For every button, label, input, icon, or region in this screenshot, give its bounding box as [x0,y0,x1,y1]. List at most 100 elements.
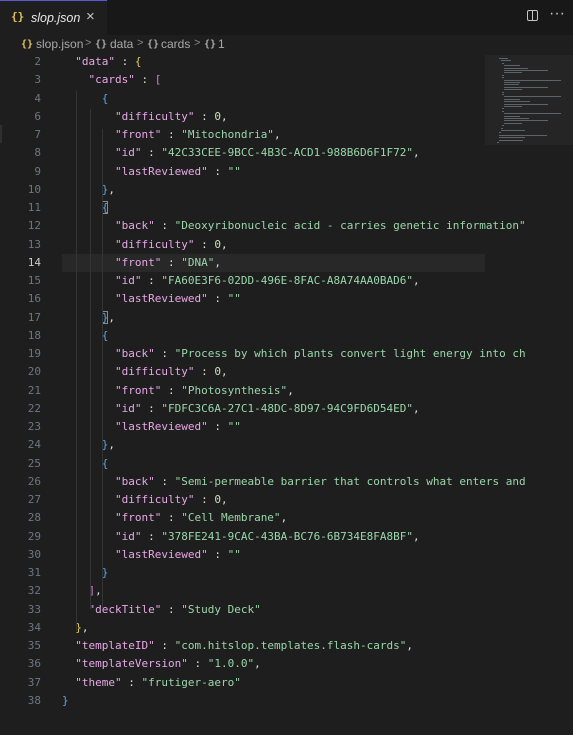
breadcrumb-file[interactable]: slop.json [36,37,83,51]
more-actions-icon[interactable]: ··· [549,5,565,23]
line-number: 30 [27,547,41,561]
close-icon[interactable]: × [86,9,95,25]
code-line[interactable]: 20 "difficulty" : 0, [0,363,490,381]
code-line[interactable]: 31 } [0,564,490,582]
minimap-line [502,108,505,110]
code-line[interactable]: 25 { [0,455,490,473]
minimap-line [502,62,505,64]
code-line[interactable]: 9 "lastReviewed" : "" [0,163,490,181]
code-line[interactable]: 10 }, [0,181,490,199]
minimap-line [502,110,505,112]
code-token: "Photosynthesis" [181,383,288,397]
code-token: "templateID" [75,639,155,652]
code-line[interactable]: 24 }, [0,436,490,454]
tab-slop-json[interactable]: {} slop.json × [0,0,107,35]
code-token: } [62,693,69,707]
line-number: 34 [27,620,41,634]
breadcrumb-item-cards[interactable]: cards [161,37,190,51]
code-line[interactable]: 2 "data" : { [0,53,490,71]
code-text: }, [62,181,115,199]
code-line[interactable]: 17 }, [0,309,490,327]
code-token: : [161,383,182,397]
code-token: "com.hitslop.templates.flash-cards" [174,639,407,652]
minimap-line [504,82,521,83]
indent-guide [76,91,77,631]
minimap-line [504,86,548,88]
code-line[interactable]: 16 "lastReviewed" : "" [0,290,490,308]
line-number: 7 [34,128,41,141]
code-line[interactable]: 32 ], [0,582,490,600]
code-line[interactable]: 36 "templateVersion" : "1.0.0", [0,655,490,673]
code-line[interactable]: 35 "templateID" : "com.hitslop.templates… [0,637,490,655]
code-line[interactable]: 28 "front" : "Cell Membrane", [0,509,490,527]
code-line[interactable]: 18 { [0,327,490,345]
code-line[interactable]: 8 "id" : "42C33CEE-9BCC-4B3C-ACD1-988B6D… [0,144,490,162]
code-token: "Process by which plants convert light e… [174,347,526,360]
code-token: "FDFC3C6A-27C1-48DC-8D97-94C9FD6D54ED" [161,401,414,415]
code-line[interactable]: 23 "lastReviewed" : "" [0,418,490,436]
line-number: 12 [27,219,41,233]
minimap-line [504,103,548,105]
minimap-line [504,113,562,115]
breadcrumb-item-data[interactable]: data [110,37,133,51]
line-number: 16 [27,292,41,306]
code-line[interactable]: 21 "front" : "Photosynthesis", [0,382,490,400]
minimap-line [504,96,562,98]
line-number: 13 [27,237,41,251]
code-line[interactable]: 6 "difficulty" : 0, [0,108,490,126]
minimap-line [504,67,528,69]
code-line[interactable]: 14 "front" : "DNA", [0,254,490,272]
code-line[interactable]: 38} [0,692,490,710]
code-line[interactable]: 3 "cards" : [ [0,71,490,89]
code-token: : [154,639,175,652]
code-token: "Study Deck" [181,602,261,616]
minimap-line [498,58,509,59]
code-token: : [161,511,182,525]
code-token: , [108,182,115,196]
code-line[interactable]: 27 "difficulty" : 0, [0,491,490,509]
code-line[interactable]: 12 "back" : "Deoxyribonucleic acid - car… [0,217,526,235]
code-line[interactable]: 15 "id" : "FA60E3F6-02DD-496E-8FAC-A8A74… [0,272,490,290]
code-token: , [108,310,115,324]
code-line[interactable]: 30 "lastReviewed" : "" [0,546,490,564]
line-number: 28 [27,511,41,525]
code-text: "id" : "FDFC3C6A-27C1-48DC-8D97-94C9FD6D… [62,400,420,418]
code-token: "front" [114,255,162,269]
code-line[interactable]: 7 "front" : "Mitochondria", [0,126,490,144]
line-number: 32 [27,584,41,598]
code-token: : [154,474,175,488]
code-token: , [413,146,420,160]
code-line[interactable]: 4 { [0,90,490,108]
code-token: : [207,292,228,306]
code-line[interactable]: 11 { [0,199,490,217]
code-token: , [108,438,115,452]
code-token: : [141,274,162,287]
code-text: "front" : "DNA", [62,254,221,272]
chevron-right-icon: > [194,37,201,49]
minimap[interactable] [485,55,573,145]
breadcrumb-item-index[interactable]: 1 [218,37,225,51]
code-line[interactable]: 33 "deckTitle" : "Study Deck" [0,601,490,619]
line-number: 38 [27,693,41,707]
code-line[interactable]: 37 "theme" : "frutiger-aero" [0,674,490,692]
code-line[interactable]: 19 "back" : "Process by which plants con… [0,345,526,363]
code-line[interactable]: 34 }, [0,619,490,637]
code-line[interactable]: 22 "id" : "FDFC3C6A-27C1-48DC-8D97-94C9F… [0,400,490,418]
split-editor-icon[interactable] [527,10,538,21]
code-editor[interactable]: 2 "data" : {3 "cards" : [4 {6 "difficult… [0,55,573,735]
code-line[interactable]: 26 "back" : "Semi-permeable barrier that… [0,473,526,491]
code-line[interactable]: 13 "difficulty" : 0, [0,236,490,254]
code-line[interactable]: 29 "id" : "378FE241-9CAC-43BA-BC76-6B734… [0,528,490,546]
code-text: "cards" : [ [62,71,162,89]
code-token: "lastReviewed" [114,164,208,178]
code-token: "lastReviewed" [114,420,208,433]
code-token: "frutiger-aero" [141,675,241,689]
code-token: "DNA" [181,255,215,269]
code-token: , [273,128,281,141]
code-text: } [62,692,69,710]
code-token: : [141,529,162,543]
